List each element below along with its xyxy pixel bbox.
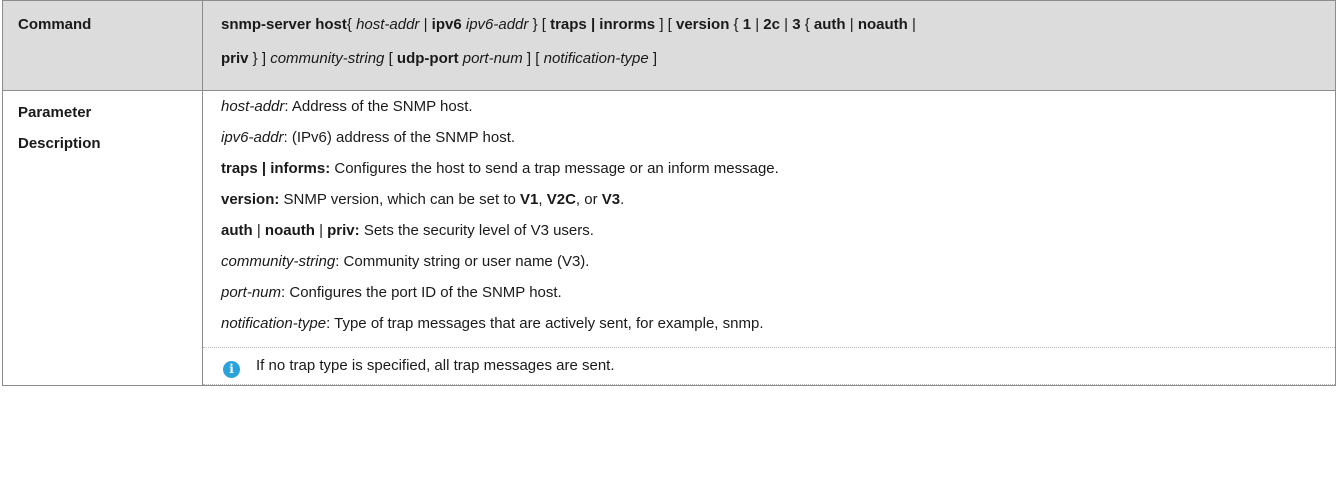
parameter-line: version: SNMP version, which can be set … [221, 184, 1327, 215]
text-segment: | [907, 16, 916, 33]
text-segment: ] [ [522, 50, 544, 67]
text-segment: : (IPv6) address of the SNMP host. [283, 129, 516, 146]
command-label: Command [18, 16, 92, 33]
text-segment: | [751, 16, 764, 33]
text-segment: { [800, 16, 814, 33]
command-syntax-cell: snmp-server host{ host-addr | ipv6 ipv6-… [202, 0, 1336, 91]
text-segment: } [ [528, 16, 551, 33]
text-segment: port-num [462, 50, 523, 67]
text-segment: { [729, 16, 743, 33]
parameter-list: host-addr: Address of the SNMP host. ipv6… [221, 91, 1327, 339]
text-segment: 2c [763, 16, 780, 33]
text-segment: version [676, 16, 730, 33]
parameter-label-cell: Parameter Description [2, 90, 203, 386]
parameter-row: Parameter Description host-addr: Address… [2, 90, 1336, 386]
text-segment: { [346, 16, 357, 33]
command-reference-table: Command snmp-server host{ host-addr | ip… [2, 0, 1336, 386]
text-segment: | [845, 16, 858, 33]
text-segment: , or [575, 191, 602, 208]
text-segment: V3 [601, 191, 621, 208]
parameter-line: port-num: Configures the port ID of the … [221, 277, 1327, 308]
text-segment: ] [ [655, 16, 676, 33]
text-segment: : Address of the SNMP host. [284, 98, 473, 115]
text-segment: . [620, 191, 625, 208]
text-segment: host-addr [221, 98, 285, 115]
text-segment: ipv6 [431, 16, 462, 33]
text-segment: notification-type [221, 315, 327, 332]
parameter-label-line2: Description [18, 135, 101, 152]
command-label-cell: Command [2, 0, 203, 91]
text-segment: : Configures the port ID of the SNMP hos… [281, 284, 562, 301]
text-segment: | [419, 16, 432, 33]
text-segment: SNMP version, which can be set to [279, 191, 521, 208]
text-segment: snmp-server host [221, 16, 347, 33]
parameter-line: community-string: Community string or us… [221, 246, 1327, 277]
text-segment: : Type of trap messages that are activel… [326, 315, 764, 332]
text-segment: | [252, 222, 265, 239]
text-segment: Configures the host to send a trap messa… [330, 160, 779, 177]
text-segment: ] [648, 50, 658, 67]
text-segment: | [779, 16, 793, 33]
text-segment: , [538, 191, 547, 208]
parameter-line: notification-type: Type of trap messages… [221, 308, 1327, 339]
command-syntax-line: priv } ] community-string [ udp-port por… [221, 42, 1327, 76]
text-segment: Sets the security level of V3 users. [359, 222, 594, 239]
text-segment: traps | inrorms [550, 16, 656, 33]
parameter-line: traps | informs: Configures the host to … [221, 153, 1327, 184]
text-segment: 1 [742, 16, 752, 33]
parameter-label-line1: Parameter [18, 104, 92, 121]
text-segment: traps | informs: [221, 160, 331, 177]
text-segment: notification-type [543, 50, 649, 67]
text-segment: noauth [857, 16, 908, 33]
text-segment: community-string [270, 50, 385, 67]
text-segment: udp-port [396, 50, 459, 67]
text-segment: | [314, 222, 328, 239]
note: i If no trap type is specified, all trap … [203, 347, 1335, 385]
text-segment: community-string [221, 253, 336, 270]
text-segment: port-num [221, 284, 282, 301]
text-segment: priv: [327, 222, 360, 239]
info-icon: i [223, 361, 240, 378]
text-segment: : Community string or user name (V3). [335, 253, 590, 270]
text-segment: priv [221, 50, 249, 67]
text-segment: V1 [520, 191, 539, 208]
parameter-description-cell: host-addr: Address of the SNMP host. ipv6… [202, 90, 1336, 386]
text-segment: 3 [792, 16, 801, 33]
text-segment: version: [221, 191, 280, 208]
text-segment: noauth [264, 222, 315, 239]
text-segment: [ [384, 50, 397, 67]
command-syntax-line: snmp-server host{ host-addr | ipv6 ipv6-… [221, 8, 1327, 42]
text-segment: host-addr [356, 16, 420, 33]
text-segment: auth [221, 222, 253, 239]
text-segment: auth [813, 16, 846, 33]
text-segment: ipv6-addr [221, 129, 284, 146]
text-segment: } ] [248, 50, 271, 67]
command-row: Command snmp-server host{ host-addr | ip… [2, 0, 1336, 91]
parameter-line: ipv6-addr: (IPv6) address of the SNMP ho… [221, 122, 1327, 153]
text-segment: ipv6-addr [465, 16, 529, 33]
parameter-line: host-addr: Address of the SNMP host. [221, 91, 1327, 122]
text-segment: V2C [546, 191, 576, 208]
parameter-line: auth | noauth | priv: Sets the security … [221, 215, 1327, 246]
note-text: If no trap type is specified, all trap m… [256, 357, 615, 374]
